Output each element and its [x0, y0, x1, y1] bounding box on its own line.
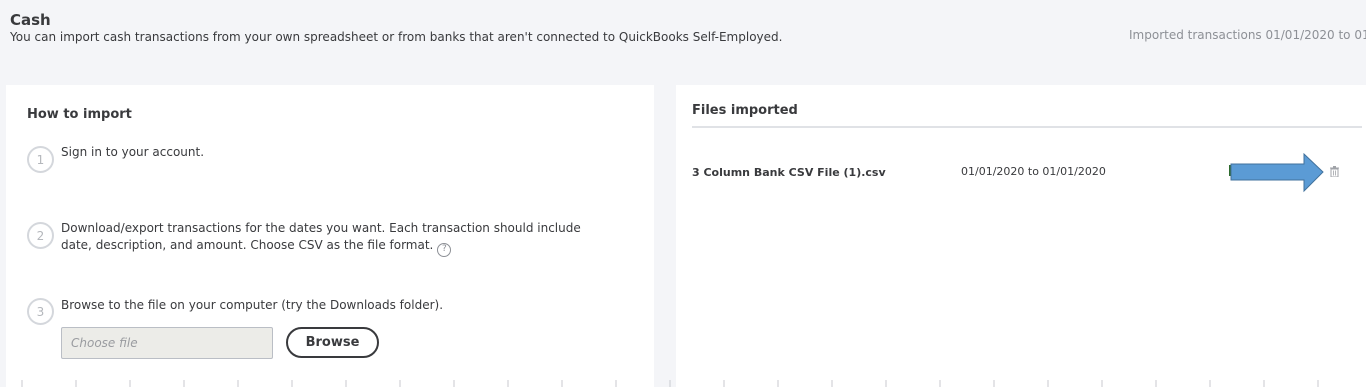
step-1-number: 1: [27, 146, 54, 173]
step-2-number: 2: [27, 222, 54, 249]
step-2-item: Download/export transactions for the dat…: [61, 220, 581, 257]
imported-range-text: Imported transactions 01/01/2020 to 01/0…: [1129, 28, 1366, 42]
arrow-right-icon: [1229, 153, 1324, 193]
files-imported-heading: Files imported: [692, 103, 798, 118]
file-name: 3 Column Bank CSV File (1).csv: [692, 166, 886, 179]
files-imported-panel: Files imported 3 Column Bank CSV File (1…: [676, 85, 1366, 387]
step-3-text: Browse to the file on your computer (try…: [61, 298, 444, 312]
cash-import-page: Cash You can import cash transactions fr…: [0, 0, 1366, 387]
trash-icon[interactable]: [1330, 166, 1339, 177]
step-3-number: 3: [27, 298, 54, 325]
file-date-range: 01/01/2020 to 01/01/2020: [961, 165, 1106, 178]
how-to-import-heading: How to import: [27, 107, 132, 122]
browse-button[interactable]: Browse: [286, 327, 379, 358]
page-subtitle: You can import cash transactions from yo…: [10, 30, 783, 44]
help-circle-icon[interactable]: ?: [437, 242, 452, 257]
choose-file-input[interactable]: [61, 327, 273, 359]
step-1-text: Sign in to your account.: [61, 145, 205, 159]
how-to-import-panel: How to import 1 Sign in to your account.…: [6, 85, 654, 387]
heading-divider: [692, 126, 1362, 128]
bottom-ruler: [21, 380, 1319, 387]
page-title: Cash: [10, 11, 51, 29]
step-2-text: Download/export transactions for the dat…: [61, 221, 581, 252]
file-row: 3 Column Bank CSV File (1).csv 01/01/202…: [692, 153, 1362, 193]
